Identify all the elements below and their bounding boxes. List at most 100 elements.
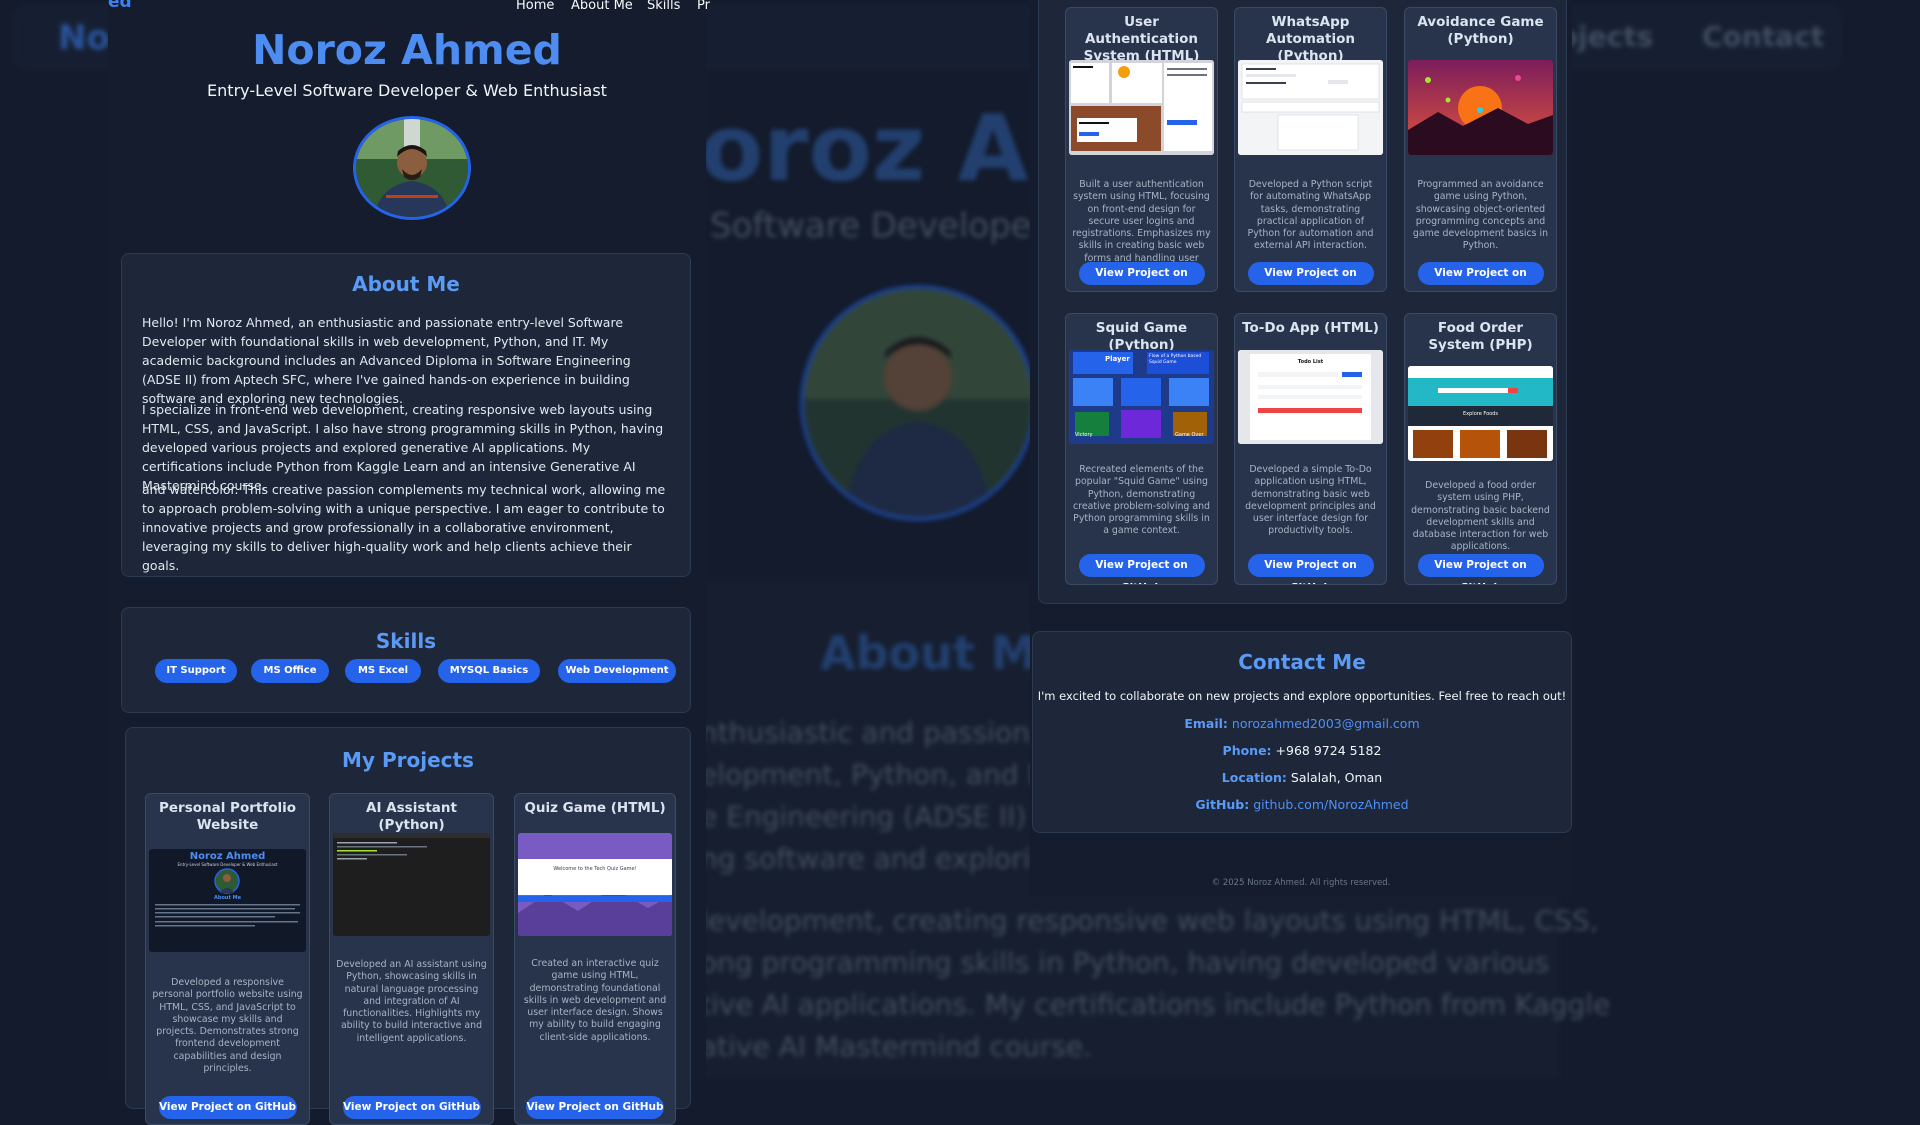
- skill-badge: MS Excel: [345, 659, 421, 683]
- thumb-text: Player: [1105, 355, 1130, 363]
- skills-section: Skills IT Support MS Office MS Excel MYS…: [121, 607, 691, 713]
- project-screenshot: Welcome to the Tech Quiz Game!: [518, 833, 672, 936]
- contact-section: Contact Me I'm excited to collaborate on…: [1032, 631, 1572, 833]
- email-link[interactable]: norozahmed2003@gmail.com: [1232, 716, 1420, 731]
- nav-projects[interactable]: Pr: [697, 0, 710, 13]
- phone-label: Phone:: [1222, 743, 1272, 758]
- thumb-text: Todo List: [1297, 359, 1324, 365]
- bg-avatar: [800, 285, 1036, 521]
- bg-brand: No: [58, 18, 110, 58]
- project-screenshot: [1069, 60, 1214, 155]
- skill-badge: MS Office: [251, 659, 329, 683]
- contact-location-row: Location: Salalah, Oman: [1033, 770, 1571, 785]
- skill-badge: IT Support: [155, 659, 237, 683]
- bg-about-line: levelopment, creating responsive web lay…: [700, 904, 1599, 937]
- projects-section: My Projects Personal Portfolio Website N…: [125, 727, 691, 1125]
- project-description: Developed a Python script for automating…: [1247, 179, 1374, 252]
- thumb-text: Welcome to the Tech Quiz Game!: [553, 866, 637, 872]
- about-paragraph: and watercolor. This creative passion co…: [142, 482, 666, 573]
- nav-skills[interactable]: Skills: [647, 0, 680, 13]
- contact-email-row: Email: norozahmed2003@gmail.com: [1033, 716, 1571, 731]
- project-card: Personal Portfolio Website Noroz Ahmed E…: [145, 793, 310, 1125]
- project-title: WhatsApp Automation (Python): [1266, 14, 1355, 64]
- skill-badge: Web Development: [558, 659, 676, 683]
- bg-about-line: ng software and exploring: [700, 842, 1066, 875]
- view-github-button[interactable]: View Project on GitHub: [1247, 262, 1374, 291]
- skills-title: Skills: [375, 629, 437, 653]
- bg-about-line: e Engineering (ADSE II) fro: [700, 800, 1074, 833]
- thumb-text: Noroz Ahmed: [189, 851, 266, 862]
- avatar: [353, 116, 471, 220]
- github-link[interactable]: github.com/NorozAhmed: [1253, 797, 1408, 812]
- project-screenshot: Explore Foods: [1408, 366, 1553, 461]
- contact-title: Contact Me: [1238, 650, 1366, 674]
- project-title: To-Do App (HTML): [1242, 320, 1379, 336]
- view-github-button[interactable]: View Project on GitHub: [526, 1096, 664, 1119]
- bg-nav-contact: Contact: [1702, 20, 1824, 53]
- project-card: Food Order System (PHP) Explore Foods De…: [1404, 313, 1557, 585]
- project-title: User Authentication System (HTML): [1083, 14, 1200, 64]
- hero-name: Noroz Ahmed: [252, 26, 562, 74]
- project-card: Avoidance Game (Python) Programmed an av…: [1404, 7, 1557, 292]
- about-section: About Me Hello! I'm Noroz Ahmed, an enth…: [121, 253, 691, 577]
- about-title: About Me: [352, 272, 460, 296]
- bg-hero-subtitle: Software Develope: [710, 206, 1032, 246]
- hero-subtitle: Entry-Level Software Developer & Web Ent…: [207, 81, 607, 100]
- thumb-text: Explore Foods: [1463, 411, 1498, 417]
- project-screenshot: [1408, 60, 1553, 155]
- nav-brand[interactable]: ed: [108, 0, 132, 12]
- project-title: Avoidance Game (Python): [1417, 14, 1544, 47]
- project-screenshot: Player Flow of a Python based Squid Game…: [1069, 350, 1214, 444]
- nav-about[interactable]: About Me: [571, 0, 633, 13]
- footer-copyright: © 2025 Noroz Ahmed. All rights reserved.: [1211, 878, 1391, 888]
- contact-github-row: GitHub: github.com/NorozAhmed: [1033, 797, 1571, 812]
- email-label: Email:: [1184, 716, 1228, 731]
- view-github-button[interactable]: View Project on GitHub: [1078, 262, 1205, 291]
- bg-about-line: ative AI Mastermind course.: [700, 1030, 1093, 1063]
- project-title: Squid Game (Python): [1095, 320, 1188, 353]
- project-description: Developed a food order system using PHP,…: [1411, 480, 1550, 553]
- project-description: Developed a simple To-Do application usi…: [1245, 464, 1376, 537]
- thumb-text: Victory: [1075, 432, 1093, 438]
- bg-about-line: ong programming skills in Python, having…: [700, 946, 1549, 979]
- project-description: Developed an AI assistant using Python, …: [336, 959, 487, 1044]
- view-github-button[interactable]: View Project on GitHub: [1078, 554, 1205, 584]
- project-screenshot: [1238, 60, 1383, 155]
- projects-section-continued: User Authentication System (HTML) Built …: [1038, 0, 1567, 604]
- project-description: Created an interactive quiz game using H…: [523, 958, 667, 1043]
- thumb-text: Flow of a Python based Squid Game: [1149, 354, 1202, 365]
- bg-about-line: tive AI applications. My certifications …: [700, 988, 1611, 1021]
- project-title: Food Order System (PHP): [1428, 320, 1533, 353]
- nav-home[interactable]: Home: [516, 0, 554, 13]
- project-title: AI Assistant (Python): [366, 800, 457, 833]
- project-title: Personal Portfolio Website: [158, 800, 297, 833]
- bg-about-line: nthusiastic and passionate: [700, 716, 1076, 749]
- skill-badge: MYSQL Basics: [438, 659, 540, 683]
- view-github-button[interactable]: View Project on GitHub: [1417, 554, 1544, 584]
- project-card: User Authentication System (HTML) Built …: [1065, 7, 1218, 292]
- left-page-panel: ed Home About Me Skills Pr Noroz Ahmed E…: [108, 0, 710, 1125]
- project-screenshot: [333, 833, 490, 936]
- project-screenshot: Noroz Ahmed Entry-Level Software Develop…: [149, 849, 306, 952]
- project-card: To-Do App (HTML) Todo List Developed a s…: [1234, 313, 1387, 585]
- view-github-button[interactable]: View Project on GitHub: [342, 1096, 481, 1119]
- project-description: Developed a responsive personal portfoli…: [152, 977, 303, 1075]
- project-card: AI Assistant (Python) Developed an AI as…: [329, 793, 494, 1125]
- contact-intro: I'm excited to collaborate on new projec…: [1037, 689, 1567, 703]
- location-label: Location:: [1221, 770, 1287, 785]
- project-card: WhatsApp Automation (Python) Developed a…: [1234, 7, 1387, 292]
- phone-value: +968 9724 5182: [1275, 743, 1382, 758]
- project-screenshot: Todo List: [1238, 350, 1383, 444]
- project-title: Quiz Game (HTML): [524, 800, 666, 816]
- github-label: GitHub:: [1195, 797, 1250, 812]
- project-card: Quiz Game (HTML) Welcome to the Tech Qui…: [514, 793, 676, 1125]
- project-card: Squid Game (Python) Player Flow of a Pyt…: [1065, 313, 1218, 585]
- view-github-button[interactable]: View Project on GitHub: [158, 1096, 297, 1119]
- thumb-text: Game Over: [1175, 432, 1204, 438]
- contact-phone-row: Phone: +968 9724 5182: [1033, 743, 1571, 758]
- view-github-button[interactable]: View Project on GitHub: [1247, 554, 1374, 584]
- projects-title: My Projects: [342, 748, 474, 772]
- project-description: Recreated elements of the popular "Squid…: [1073, 464, 1210, 537]
- location-value: Salalah, Oman: [1290, 770, 1383, 785]
- view-github-button[interactable]: View Project on GitHub: [1417, 262, 1544, 291]
